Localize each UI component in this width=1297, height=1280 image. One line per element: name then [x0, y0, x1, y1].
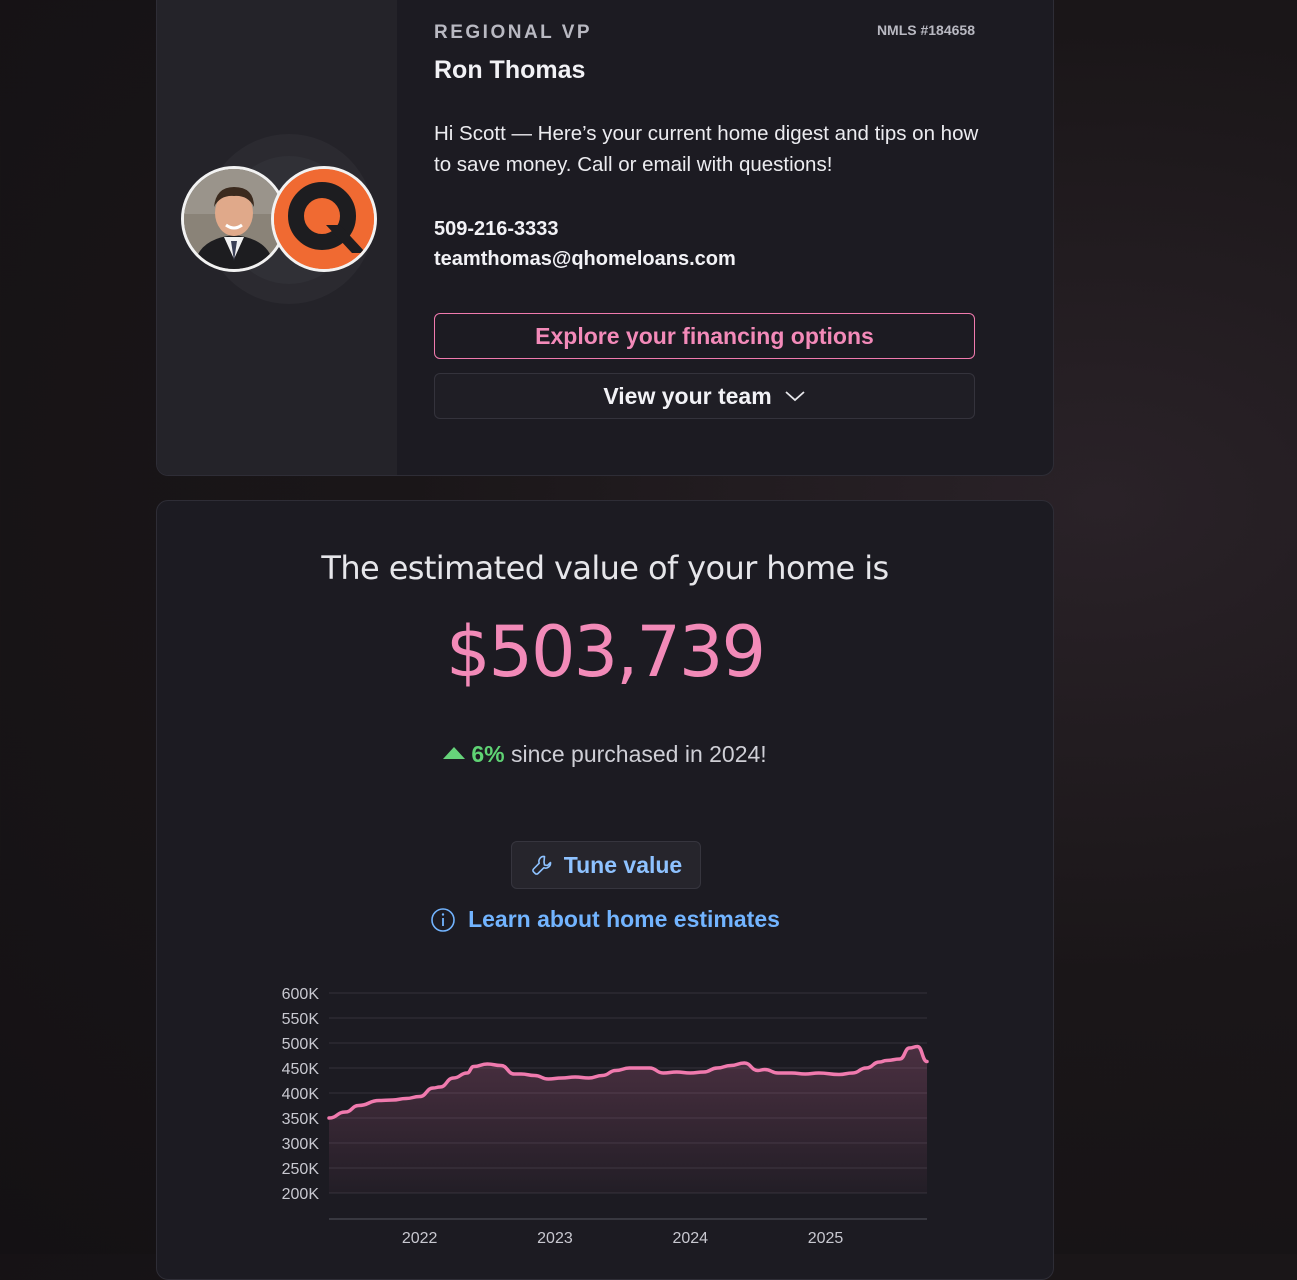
x-tick-label: 2023	[537, 1230, 573, 1247]
home-estimate-card: The estimated value of your home is $503…	[156, 500, 1054, 1280]
y-tick-label: 450K	[282, 1061, 320, 1078]
tune-value-button[interactable]: Tune value	[511, 841, 701, 889]
arrow-up-icon	[443, 747, 465, 759]
explore-financing-label: Explore your financing options	[535, 323, 874, 350]
learn-estimates-link[interactable]: Learn about home estimates	[157, 906, 1053, 933]
agent-name: Ron Thomas	[434, 56, 585, 85]
agent-role: REGIONAL VP	[434, 22, 592, 44]
y-axis: 600K 550K 500K 450K 400K 350K 300K 250K 200K	[282, 986, 320, 1203]
y-tick-label: 250K	[282, 1161, 320, 1178]
nmls-number: NMLS #184658	[877, 22, 975, 38]
explore-financing-button[interactable]: Explore your financing options	[434, 313, 975, 359]
y-tick-label: 400K	[282, 1086, 320, 1103]
x-tick-label: 2025	[808, 1230, 844, 1247]
agent-avatar-panel: Q	[157, 0, 397, 475]
estimate-heading: The estimated value of your home is	[157, 549, 1053, 587]
x-tick-label: 2024	[672, 1230, 708, 1247]
y-tick-label: 300K	[282, 1136, 320, 1153]
y-tick-label: 350K	[282, 1111, 320, 1128]
estimated-value: $503,739	[157, 611, 1053, 693]
view-team-label: View your team	[603, 383, 771, 410]
company-logo: Q	[271, 166, 377, 272]
home-value-chart: 600K 550K 500K 450K 400K 350K 300K 250K 200K 202…	[257, 971, 937, 1251]
wrench-icon	[530, 853, 554, 877]
info-icon	[430, 907, 456, 933]
change-text: since purchased in 2024!	[511, 741, 767, 767]
y-tick-label: 550K	[282, 1011, 320, 1028]
agent-email[interactable]: teamthomas@qhomeloans.com	[434, 248, 736, 271]
agent-phone[interactable]: 509-216-3333	[434, 218, 559, 241]
x-axis: 2022 2023 2024 2025	[402, 1230, 844, 1247]
view-team-button[interactable]: View your team	[434, 373, 975, 419]
change-percent: 6%	[471, 741, 504, 767]
y-tick-label: 600K	[282, 986, 320, 1003]
agent-card: Q REGIONAL VP NMLS #184658 Ron Thomas Hi…	[156, 0, 1054, 476]
greeting-message: Hi Scott — Here’s your current home dige…	[434, 118, 994, 180]
y-tick-label: 500K	[282, 1036, 320, 1053]
chevron-down-icon	[784, 389, 806, 403]
y-tick-label: 200K	[282, 1186, 320, 1203]
tune-value-label: Tune value	[564, 852, 682, 879]
value-change: 6% since purchased in 2024!	[157, 741, 1053, 768]
x-tick-label: 2022	[402, 1230, 438, 1247]
learn-estimates-label: Learn about home estimates	[468, 906, 780, 933]
